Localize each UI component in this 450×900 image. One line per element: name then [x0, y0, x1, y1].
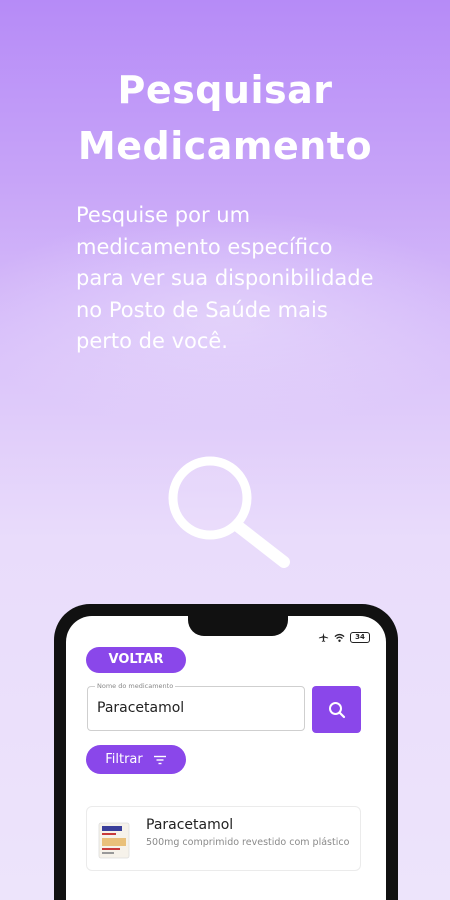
- title-line-2: Medicamento: [77, 124, 373, 168]
- airplane-icon: [318, 632, 329, 642]
- result-name: Paracetamol: [146, 817, 234, 833]
- page-description: Pesquise por um medicamento específico p…: [76, 203, 374, 353]
- medicine-box-icon: [98, 822, 130, 859]
- phone-mockup: 34 VOLTAR Nome do medicamento Paracetamo…: [54, 604, 398, 900]
- back-button[interactable]: VOLTAR: [86, 647, 186, 673]
- title-line-1: Pesquisar: [117, 68, 333, 112]
- magnifier-icon: [168, 456, 290, 568]
- result-item[interactable]: Paracetamol 500mg comprimido revestido c…: [86, 806, 361, 871]
- filter-icon: [153, 755, 166, 764]
- status-bar: 34: [318, 632, 370, 643]
- search-icon: [328, 701, 345, 718]
- promo-screen: Pesquisar Medicamento Pesquise por um me…: [0, 0, 450, 900]
- result-description: 500mg comprimido revestido com plástico: [146, 837, 350, 848]
- search-button[interactable]: [312, 686, 361, 733]
- medicine-name-label: Nome do medicamento: [95, 681, 176, 691]
- filter-label: Filtrar: [105, 752, 143, 767]
- page-title: Pesquisar Medicamento: [0, 62, 450, 174]
- filter-button[interactable]: Filtrar: [86, 745, 186, 774]
- battery-icon: 34: [350, 632, 370, 643]
- phone-notch: [188, 616, 288, 636]
- medicine-name-field[interactable]: Nome do medicamento Paracetamol: [87, 681, 305, 731]
- medicine-name-value[interactable]: Paracetamol: [97, 700, 184, 716]
- wifi-icon: [334, 633, 345, 642]
- phone-screen: 34 VOLTAR Nome do medicamento Paracetamo…: [66, 616, 386, 900]
